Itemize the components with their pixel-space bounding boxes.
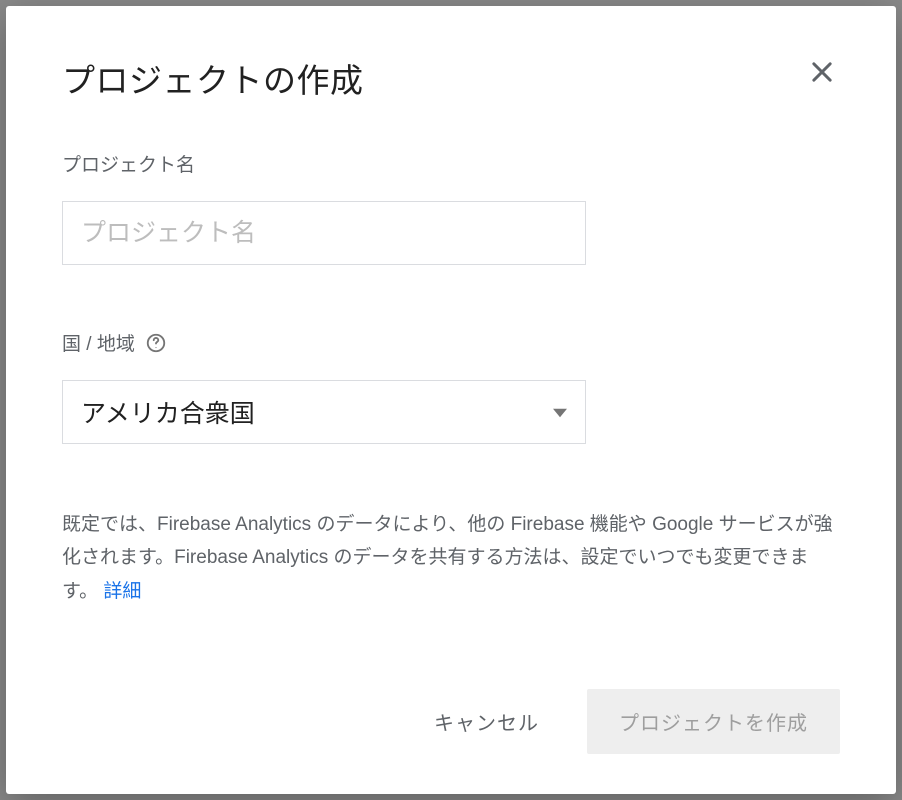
dialog-description: 既定では、Firebase Analytics のデータにより、他の Fireb… [62, 508, 840, 608]
learn-more-link[interactable]: 詳細 [103, 581, 141, 602]
project-name-input[interactable] [62, 201, 586, 265]
country-region-selected-value: アメリカ合衆国 [81, 394, 255, 430]
close-icon [808, 58, 836, 89]
chevron-down-icon [553, 398, 567, 427]
country-region-field-group: 国 / 地域 アメリカ合衆国 [62, 329, 840, 444]
dialog-title: プロジェクトの作成 [62, 54, 364, 102]
description-text: 既定では、Firebase Analytics のデータにより、他の Fireb… [62, 514, 833, 602]
country-region-select[interactable]: アメリカ合衆国 [62, 380, 586, 444]
close-button[interactable] [804, 54, 840, 93]
project-name-field-group: プロジェクト名 [62, 150, 840, 265]
help-icon[interactable] [145, 332, 167, 354]
cancel-button[interactable]: キャンセル [414, 695, 559, 748]
project-name-label: プロジェクト名 [62, 150, 840, 177]
dialog-header: プロジェクトの作成 [62, 54, 840, 102]
dialog-footer: キャンセル プロジェクトを作成 [62, 689, 840, 754]
country-region-label-text: 国 / 地域 [62, 329, 135, 356]
country-region-select-wrapper: アメリカ合衆国 [62, 380, 586, 444]
country-region-label: 国 / 地域 [62, 329, 840, 356]
create-project-dialog: プロジェクトの作成 プロジェクト名 国 / 地域 [6, 6, 896, 794]
create-project-button[interactable]: プロジェクトを作成 [587, 689, 840, 754]
